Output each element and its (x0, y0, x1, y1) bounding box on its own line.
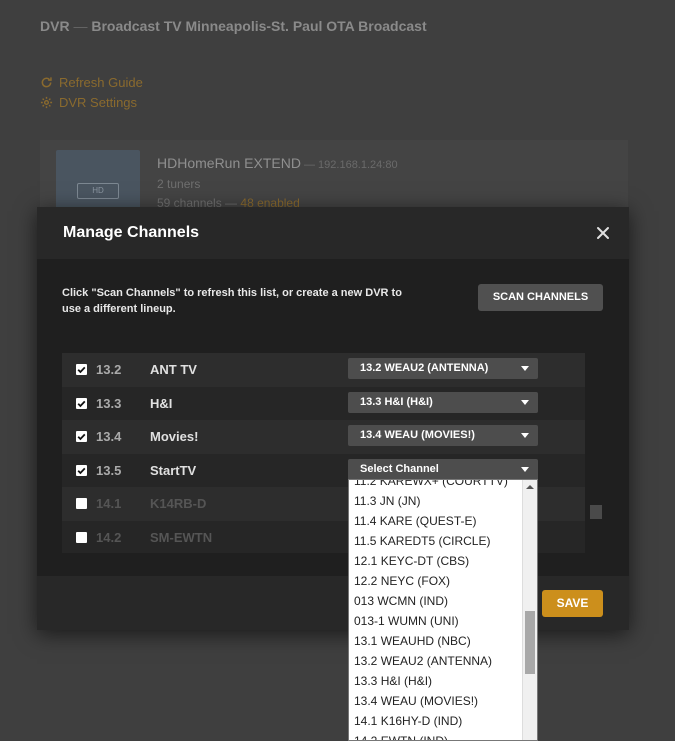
chevron-down-icon (521, 433, 529, 438)
device-thumbnail: HD (56, 150, 140, 210)
dropdown-option[interactable]: 13.3 H&I (H&I) (349, 671, 522, 691)
dropdown-option[interactable]: 13.2 WEAU2 (ANTENNA) (349, 651, 522, 671)
checkmark-icon (77, 400, 86, 408)
modal-body: Click "Scan Channels" to refresh this li… (37, 259, 629, 576)
device-ip: — 192.168.1.24:80 (300, 159, 398, 171)
chevron-down-icon (521, 400, 529, 405)
channel-select[interactable]: 13.4 WEAU (MOVIES!) (348, 425, 538, 446)
device-name: HDHomeRun EXTEND — 192.168.1.24:80 (157, 155, 398, 171)
dropdown-scrollbar-thumb[interactable] (525, 611, 535, 674)
modal-description: Click "Scan Channels" to refresh this li… (62, 287, 402, 315)
device-name-label: HDHomeRun EXTEND (157, 155, 301, 171)
modal-title: Manage Channels (63, 224, 200, 241)
channel-row: 13.3 H&I 13.3 H&I (H&I) (62, 387, 585, 421)
channel-dropdown-list[interactable]: 11.2 KAREWX+ (COURTTV) 11.3 JN (JN) 11.4… (348, 479, 538, 741)
dropdown-option[interactable]: 13.1 WEAUHD (NBC) (349, 631, 522, 651)
dropdown-option[interactable]: 11.2 KAREWX+ (COURTTV) (349, 480, 522, 491)
checkmark-icon (77, 433, 86, 441)
checkmark-icon (77, 467, 86, 475)
dvr-settings-label: DVR Settings (59, 95, 138, 110)
channel-row: 13.2 ANT TV 13.2 WEAU2 (ANTENNA) (62, 353, 585, 387)
page-title: DVR — Broadcast TV Minneapolis-St. Paul … (40, 18, 427, 34)
channel-select-value: 13.3 H&I (H&I) (360, 396, 433, 408)
dropdown-option[interactable]: 11.5 KAREDT5 (CIRCLE) (349, 531, 522, 551)
dropdown-options: 11.2 KAREWX+ (COURTTV) 11.3 JN (JN) 11.4… (349, 480, 522, 740)
channel-number: 13.3 (96, 396, 122, 411)
modal-header: Manage Channels (37, 207, 629, 259)
page-title-name: Broadcast TV Minneapolis-St. Paul OTA Br… (91, 18, 427, 34)
channel-name: SM-EWTN (150, 530, 213, 545)
channel-checkbox[interactable] (76, 465, 87, 476)
channel-number: 14.2 (96, 530, 122, 545)
channel-checkbox[interactable] (76, 498, 87, 509)
refresh-guide-link[interactable]: Refresh Guide (40, 75, 143, 90)
dvr-settings-link[interactable]: DVR Settings (40, 95, 137, 110)
chevron-down-icon (521, 467, 529, 472)
modal-footer: SAVE (37, 576, 629, 630)
scroll-up-icon[interactable] (526, 485, 534, 489)
channel-select-value: 13.2 WEAU2 (ANTENNA) (360, 362, 489, 374)
channel-checkbox[interactable] (76, 364, 87, 375)
list-scrollbar-thumb[interactable] (590, 505, 602, 519)
chevron-down-icon (521, 366, 529, 371)
channel-select-open[interactable]: Select Channel (348, 459, 538, 480)
channel-number: 13.4 (96, 429, 122, 444)
channel-row: 13.4 Movies! 13.4 WEAU (MOVIES!) (62, 420, 585, 454)
dropdown-option[interactable]: 11.3 JN (JN) (349, 491, 522, 511)
save-button[interactable]: SAVE (542, 590, 603, 617)
channel-checkbox[interactable] (76, 532, 87, 543)
scan-channels-button[interactable]: SCAN CHANNELS (478, 284, 603, 311)
page-title-dvr: DVR (40, 18, 70, 34)
dropdown-option[interactable]: 013-1 WUMN (UNI) (349, 611, 522, 631)
dropdown-option[interactable]: 13.4 WEAU (MOVIES!) (349, 691, 522, 711)
manage-channels-modal: Manage Channels Click "Scan Channels" to… (37, 207, 629, 630)
channel-name: StartTV (150, 463, 197, 478)
refresh-guide-label: Refresh Guide (59, 75, 143, 90)
channel-name: ANT TV (150, 362, 197, 377)
channel-select[interactable]: 13.2 WEAU2 (ANTENNA) (348, 358, 538, 379)
channel-name: Movies! (150, 429, 199, 444)
channel-select-value: 13.4 WEAU (MOVIES!) (360, 429, 475, 441)
channel-checkbox[interactable] (76, 431, 87, 442)
channel-number: 13.2 (96, 362, 122, 377)
device-tuners: 2 tuners (157, 177, 201, 191)
dropdown-option[interactable]: 12.1 KEYC-DT (CBS) (349, 551, 522, 571)
channel-name: K14RB-D (150, 496, 207, 511)
dropdown-option[interactable]: 14.1 K16HY-D (IND) (349, 711, 522, 731)
channel-number: 14.1 (96, 496, 122, 511)
dropdown-scrollbar[interactable] (522, 480, 537, 740)
close-button[interactable] (591, 221, 615, 245)
channel-select[interactable]: 13.3 H&I (H&I) (348, 392, 538, 413)
gear-icon (40, 96, 53, 109)
dropdown-option[interactable]: 013 WCMN (IND) (349, 591, 522, 611)
refresh-icon (41, 77, 52, 88)
dropdown-option[interactable]: 14.2 EWTN (IND) (349, 731, 522, 740)
close-icon (597, 227, 609, 239)
checkmark-icon (77, 366, 86, 374)
channel-number: 13.5 (96, 463, 122, 478)
channel-checkbox[interactable] (76, 398, 87, 409)
dropdown-option[interactable]: 11.4 KARE (QUEST-E) (349, 511, 522, 531)
dropdown-option[interactable]: 12.2 NEYC (FOX) (349, 571, 522, 591)
device-hd-badge: HD (77, 183, 119, 199)
channel-name: H&I (150, 396, 173, 411)
page-title-separator: — (69, 18, 92, 34)
channel-select-value: Select Channel (360, 463, 439, 475)
